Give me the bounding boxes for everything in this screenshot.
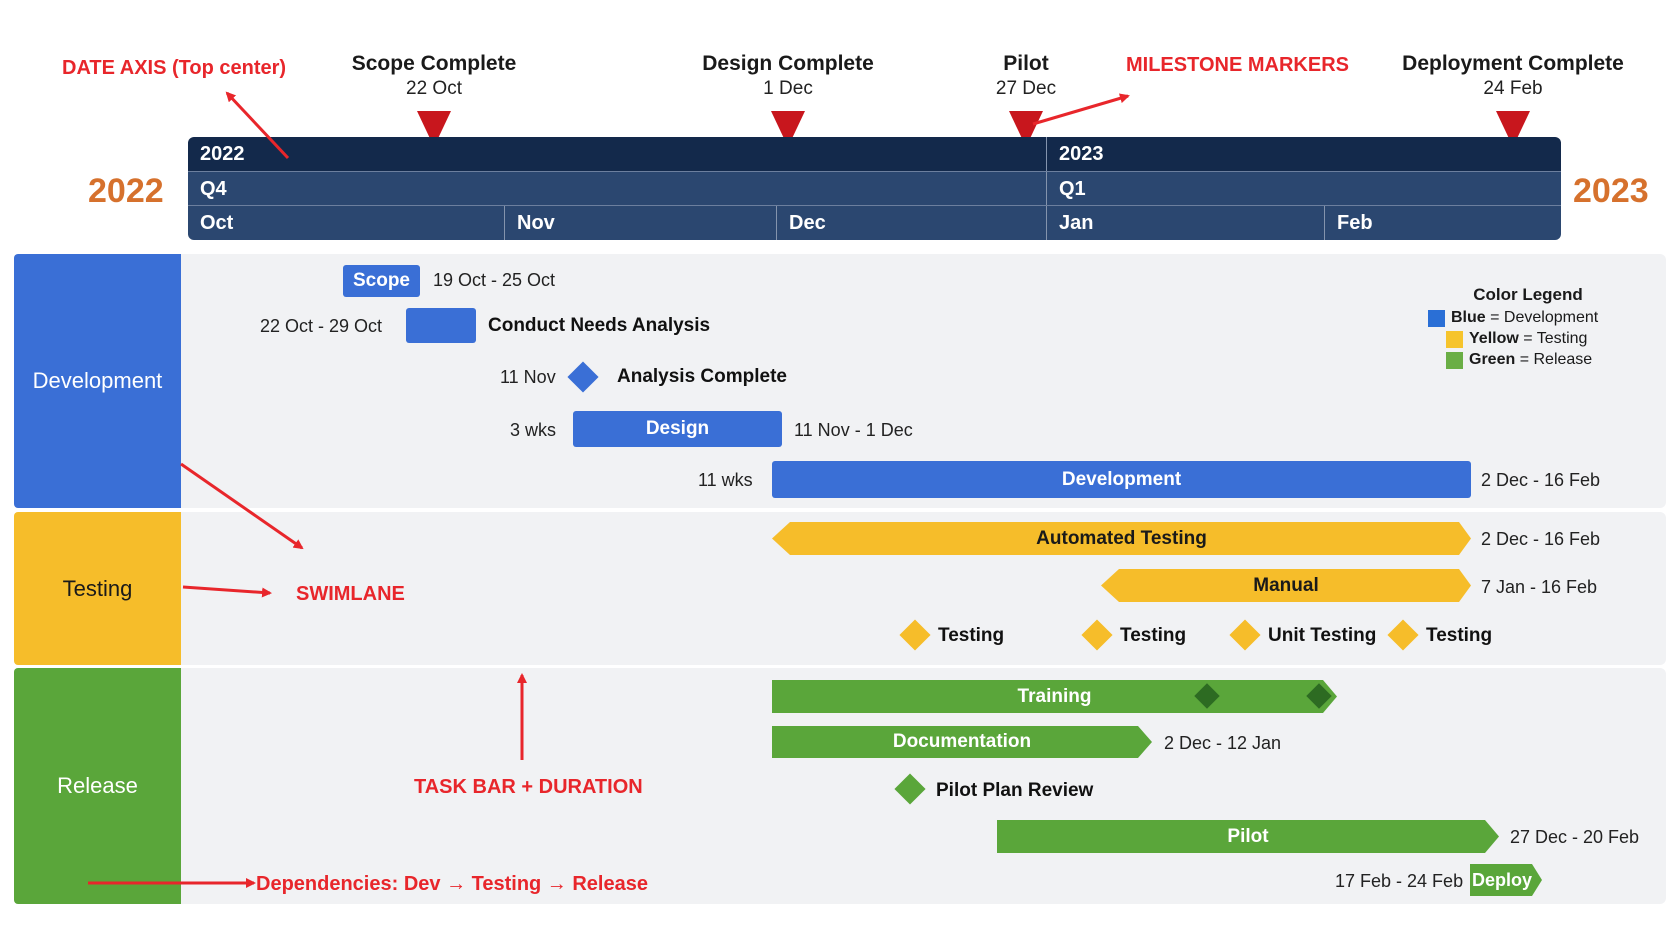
arrow-swimlane-development [180, 462, 304, 550]
annotation-arrows [88, 91, 1130, 888]
arrow-date-axis [225, 91, 290, 160]
arrow-swimlane-testing [182, 585, 272, 598]
arrow-milestone-markers [1032, 93, 1130, 126]
